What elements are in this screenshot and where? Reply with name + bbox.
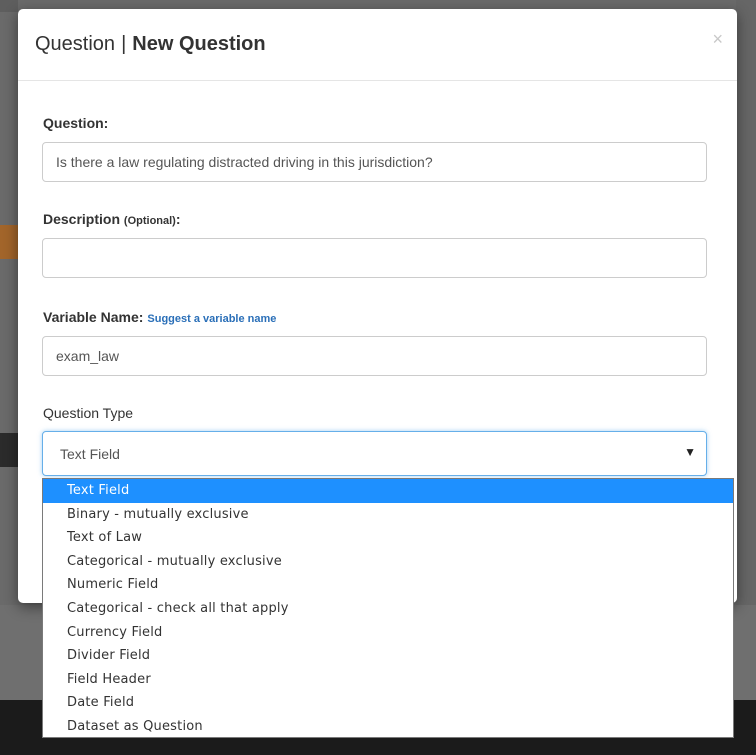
option-categorical-exclusive[interactable]: Categorical - mutually exclusive [43, 550, 733, 574]
option-categorical-check-all[interactable]: Categorical - check all that apply [43, 597, 733, 621]
suggest-variable-name-link[interactable]: Suggest a variable name [147, 313, 276, 325]
title-separator: | [121, 33, 127, 55]
question-label: Question: [43, 115, 109, 131]
dropdown-arrow-icon: ▼ [684, 445, 696, 459]
question-type-selected: Text Field [60, 446, 120, 462]
description-label-text: Description [43, 211, 121, 227]
variable-name-label-text: Variable Name: [43, 309, 144, 325]
question-type-label: Question Type [43, 405, 134, 421]
background-page [736, 0, 756, 605]
question-type-select[interactable]: Text Field ▼ [42, 431, 707, 476]
background-strip [0, 433, 18, 467]
variable-name-label: Variable Name: Suggest a variable name [43, 309, 276, 325]
variable-name-input[interactable]: exam_law [42, 336, 707, 376]
option-dataset-as-question[interactable]: Dataset as Question [43, 715, 733, 739]
description-input[interactable] [42, 238, 707, 278]
option-field-header[interactable]: Field Header [43, 668, 733, 692]
option-divider-field[interactable]: Divider Field [43, 644, 733, 668]
close-button[interactable]: × [712, 29, 723, 49]
option-date-field[interactable]: Date Field [43, 691, 733, 715]
option-currency-field[interactable]: Currency Field [43, 621, 733, 645]
modal-title-prefix: Question [35, 33, 116, 55]
option-text-of-law[interactable]: Text of Law [43, 526, 733, 550]
question-input[interactable]: Is there a law regulating distracted dri… [42, 142, 707, 182]
description-label-colon: : [175, 211, 181, 227]
option-binary[interactable]: Binary - mutually exclusive [43, 503, 733, 527]
modal-title: Question | New Question [35, 33, 266, 56]
description-label: Description (Optional): [43, 211, 181, 227]
question-type-options: Text Field Binary - mutually exclusive T… [42, 478, 734, 738]
option-text-field[interactable]: Text Field [43, 479, 733, 503]
modal-title-main: New Question [132, 33, 266, 55]
modal-header: Question | New Question × [18, 9, 737, 81]
option-numeric-field[interactable]: Numeric Field [43, 573, 733, 597]
optional-note: (Optional) [123, 215, 176, 227]
background-strip [0, 0, 18, 12]
background-strip [0, 225, 18, 259]
